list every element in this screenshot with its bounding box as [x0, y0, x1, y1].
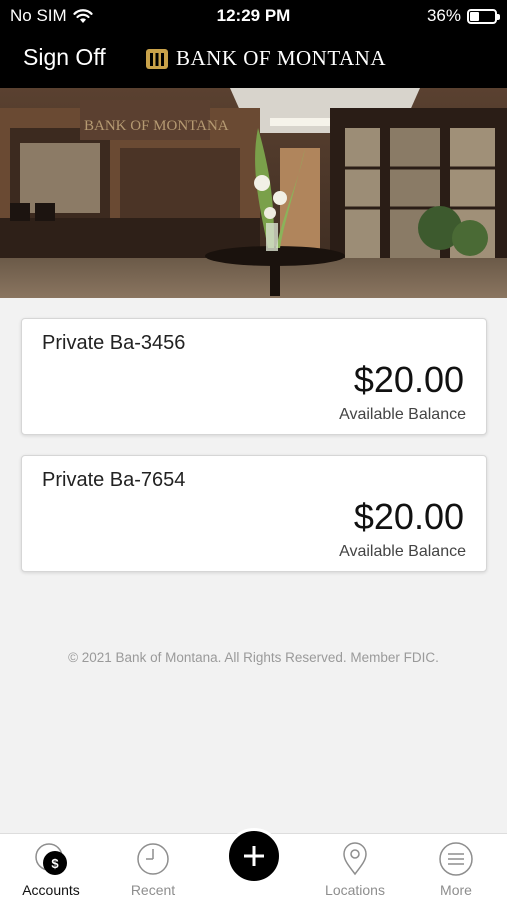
account-balance: $20.00: [353, 496, 464, 537]
status-bar: No SIM 12:29 PM 36%: [0, 0, 507, 30]
svg-text:$: $: [51, 856, 59, 871]
nav-header: Sign Off Bank of Montana: [0, 30, 507, 88]
battery-percent: 36%: [426, 6, 461, 25]
battery-fill: [470, 11, 479, 21]
bank-logo-icon: [146, 48, 168, 69]
brand-name: Bank of Montana: [176, 46, 386, 70]
tab-accounts[interactable]: $ Accounts: [1, 834, 101, 900]
sign-off-button[interactable]: Sign Off: [23, 44, 106, 71]
tab-recent[interactable]: Recent: [103, 834, 203, 900]
account-card[interactable]: Private Ba-3456 $20.00 Available Balance: [21, 318, 487, 435]
dollar-circle-icon: $: [35, 843, 67, 875]
bank-lobby-photo: BANK OF MONTANA: [0, 88, 507, 298]
status-right: 36%: [426, 6, 500, 26]
menu-lines-icon: [439, 842, 473, 876]
tab-label: More: [440, 882, 472, 898]
available-balance-label: Available Balance: [339, 406, 466, 423]
tab-more[interactable]: More: [406, 834, 506, 900]
add-button[interactable]: [226, 828, 282, 884]
account-name: Private Ba-7654: [42, 469, 186, 491]
tab-label: Locations: [325, 882, 385, 898]
tab-label: Recent: [130, 882, 176, 898]
clock-icon: [137, 843, 169, 875]
copyright-text: © 2021 Bank of Montana. All Rights Reser…: [68, 650, 439, 665]
battery-icon: [467, 8, 500, 24]
account-balance: $20.00: [353, 359, 464, 400]
svg-text:BANK OF MONTANA: BANK OF MONTANA: [84, 118, 229, 134]
brand-logo: Bank of Montana: [146, 46, 386, 71]
account-card[interactable]: Private Ba-7654 $20.00 Available Balance: [21, 455, 487, 572]
map-pin-icon: [343, 842, 367, 876]
account-list: Private Ba-3456 $20.00 Available Balance…: [21, 318, 487, 592]
tab-locations[interactable]: Locations: [305, 834, 405, 900]
account-name: Private Ba-3456: [42, 332, 186, 354]
lobby-illustration: BANK OF MONTANA: [0, 88, 507, 298]
plus-icon: [244, 846, 264, 866]
tab-label: Accounts: [22, 882, 80, 898]
available-balance-label: Available Balance: [339, 543, 466, 560]
